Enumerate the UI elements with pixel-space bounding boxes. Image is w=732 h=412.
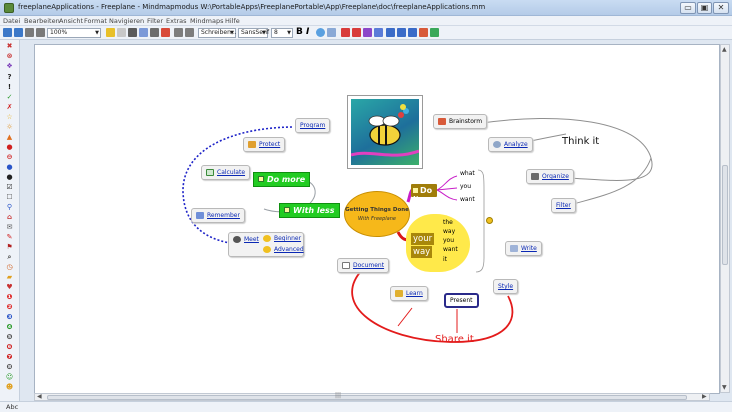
write-node[interactable]: Write	[505, 241, 542, 256]
share-it-curve	[351, 269, 514, 343]
remember-node[interactable]: Remember	[191, 208, 245, 223]
meet-node[interactable]: Meet Beginner Advanced	[228, 232, 304, 257]
calculate-label: Calculate	[217, 169, 246, 176]
with-less-node[interactable]: With less	[279, 203, 340, 218]
doit-child-you[interactable]: you	[460, 183, 471, 190]
smiley-icon	[263, 235, 271, 242]
learn-node[interactable]: Learn	[390, 286, 428, 301]
magnifier-icon	[493, 141, 501, 148]
doit-child-want[interactable]: want	[460, 196, 475, 203]
meet-icon	[233, 236, 241, 243]
smiley-icon	[486, 217, 493, 224]
program-node[interactable]: Program	[295, 118, 331, 133]
bee-picture	[350, 99, 420, 165]
organize-node[interactable]: Organize	[526, 169, 574, 184]
center-subtitle: With Freeplane	[357, 216, 396, 222]
cloud-child-want[interactable]: want	[443, 246, 458, 253]
vertical-scroll-thumb[interactable]	[722, 165, 728, 265]
document-node[interactable]: Document	[337, 258, 390, 273]
doit-node[interactable]: Do it	[411, 184, 437, 204]
program-label: Program	[300, 122, 326, 129]
protect-label: Protect	[259, 141, 281, 148]
cloud-child-the[interactable]: the	[443, 219, 453, 226]
calculate-icon	[206, 169, 214, 176]
bee-icon	[350, 104, 420, 157]
calculate-node[interactable]: Calculate	[201, 165, 251, 180]
with-less-label: With less	[293, 206, 335, 215]
smiley-icon	[263, 246, 271, 253]
learn-label: Learn	[406, 290, 423, 297]
document-icon	[342, 262, 350, 269]
cloud-word-your[interactable]: your	[411, 233, 435, 245]
learn-icon	[395, 290, 403, 297]
horizontal-scrollbar[interactable]: ◀ ||| ▶	[34, 392, 710, 401]
status-bar: Abc	[0, 401, 732, 412]
think-it-label[interactable]: Think it	[562, 136, 599, 147]
scroll-right-icon[interactable]: ▶	[702, 393, 707, 400]
meet-label: Meet	[244, 236, 259, 243]
share-it-ticks	[397, 307, 458, 333]
doit-icon	[413, 188, 418, 193]
beginner-label: Beginner	[274, 235, 302, 242]
scroll-up-icon[interactable]: ▲	[722, 46, 727, 53]
analyze-node[interactable]: Analyze	[488, 137, 533, 152]
remember-icon	[196, 212, 204, 219]
cloud-child-way[interactable]: way	[443, 228, 455, 235]
doit-branches	[436, 175, 458, 201]
think-it-arc-lower	[569, 157, 652, 206]
present-label: Present	[450, 297, 473, 304]
horizontal-scroll-thumb[interactable]	[47, 395, 687, 400]
analyze-label: Analyze	[504, 141, 528, 148]
do-more-label: Do more	[267, 175, 306, 184]
style-node[interactable]: Style	[493, 279, 519, 294]
brainstorm-icon	[438, 118, 446, 125]
protect-node[interactable]: Protect	[243, 137, 286, 152]
do-more-node[interactable]: Do more	[253, 172, 311, 187]
center-node[interactable]: Getting Things Done With Freeplane	[344, 191, 410, 237]
protect-icon	[248, 141, 256, 148]
document-label: Document	[353, 262, 385, 269]
scroll-down-icon[interactable]: ▼	[722, 384, 727, 391]
with-less-icon	[284, 207, 290, 213]
organize-label: Organize	[542, 173, 569, 180]
bee-image-node[interactable]	[347, 95, 423, 169]
bracket-line	[475, 169, 485, 273]
do-more-icon	[258, 176, 264, 182]
write-icon	[510, 245, 518, 252]
brainstorm-node[interactable]: Brainstorm	[433, 114, 488, 129]
status-text: Abc	[6, 403, 19, 411]
filter-label: Filter	[556, 202, 571, 209]
cloud-child-it[interactable]: it	[443, 256, 447, 263]
organize-icon	[531, 173, 539, 180]
vertical-scrollbar[interactable]: ▲ ▼	[720, 44, 730, 393]
scroll-left-icon[interactable]: ◀	[37, 393, 42, 400]
cloud-word-way[interactable]: way	[411, 246, 433, 258]
cloud-child-you[interactable]: you	[443, 237, 454, 244]
present-node[interactable]: Present	[444, 293, 479, 308]
advanced-label: Advanced	[274, 246, 304, 253]
filter-node[interactable]: Filter	[551, 198, 576, 213]
write-label: Write	[521, 245, 537, 252]
beginner-item[interactable]: Beginner	[263, 235, 301, 242]
share-it-label[interactable]: Share it	[435, 334, 474, 345]
scroll-grip-icon: |||	[335, 392, 342, 399]
doit-child-what[interactable]: what	[460, 170, 475, 177]
style-label: Style	[498, 283, 514, 290]
brainstorm-label: Brainstorm	[449, 118, 483, 125]
center-title: Getting Things Done	[345, 207, 409, 213]
advanced-item[interactable]: Advanced	[263, 246, 304, 253]
remember-label: Remember	[207, 212, 240, 219]
